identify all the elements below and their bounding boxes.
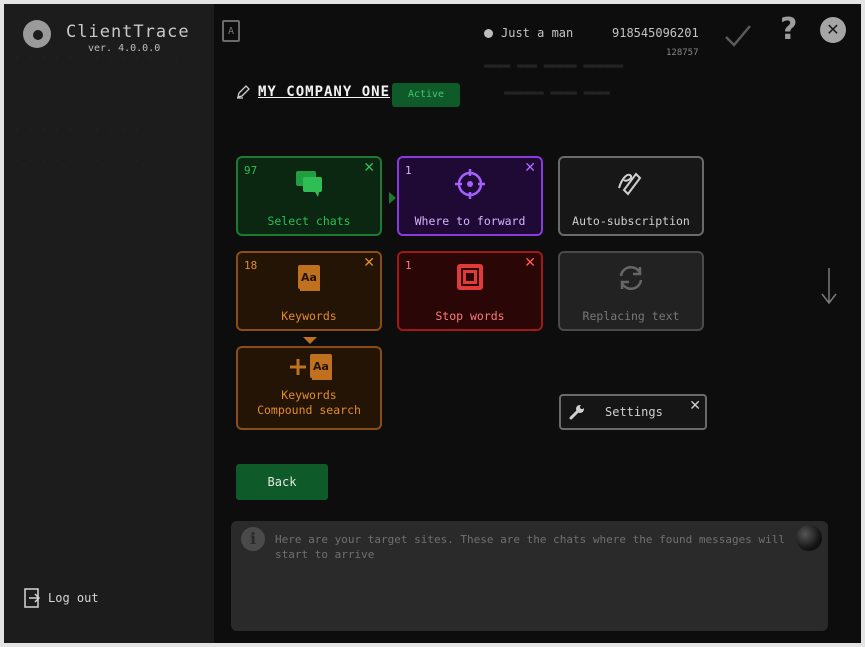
user-name: Just a man bbox=[501, 26, 574, 40]
user-phone: 918545096201 bbox=[612, 26, 699, 40]
keywords-tile[interactable]: 18 ✕ Aa Keywords bbox=[236, 251, 382, 331]
sidebar: · · · · · · · · · · · · · · · · · · · · … bbox=[4, 4, 233, 643]
status-badge: Active bbox=[392, 83, 460, 107]
select-chats-tile[interactable]: 97 ✕ Select chats bbox=[236, 156, 382, 236]
toggle-knob-icon[interactable] bbox=[796, 525, 822, 551]
refresh-arrows-icon bbox=[619, 266, 643, 290]
tile-close-button[interactable]: ✕ bbox=[524, 160, 536, 176]
target-crosshair-icon bbox=[455, 169, 485, 199]
close-window-button[interactable]: ✕ bbox=[820, 17, 846, 43]
tile-label: Replacing text bbox=[582, 309, 680, 323]
current-user: Just a man bbox=[484, 26, 573, 40]
company-header: MY COMPANY ONE bbox=[236, 84, 390, 100]
main-panel: ▬▬▬▬ ▬▬▬ ▬▬▬▬▬ ▬▬▬▬▬▬ ▬▬▬▬▬▬ ▬▬▬▬ ▬▬▬▬ A… bbox=[214, 4, 861, 643]
tile-count: 1 bbox=[405, 164, 412, 177]
app-window: · · · · · · · · · · · · · · · · · · · · … bbox=[4, 4, 861, 643]
background-ghost: · · · · · · · · · · bbox=[14, 154, 140, 167]
tile-close-button[interactable]: ✕ bbox=[524, 255, 536, 271]
svg-text:Aa: Aa bbox=[301, 271, 317, 284]
background-ghost: · · · · · · · · · · bbox=[14, 124, 140, 137]
dictionary-book-icon: Aa bbox=[298, 265, 320, 291]
app-version: ver. 4.0.0.0 bbox=[88, 43, 161, 54]
tile-label: Select chats bbox=[267, 214, 351, 228]
tile-label: Where to forward bbox=[414, 214, 526, 228]
wrench-icon bbox=[569, 405, 584, 420]
stop-square-icon bbox=[457, 264, 483, 290]
background-ghost: ▬▬▬▬▬▬ ▬▬▬▬ ▬▬▬▬ bbox=[504, 86, 610, 99]
svg-text:Aa: Aa bbox=[313, 360, 329, 373]
chat-bubbles-icon bbox=[296, 171, 322, 197]
info-text: Here are your target sites. These are th… bbox=[275, 533, 785, 561]
tile-close-button[interactable]: ✕ bbox=[363, 255, 375, 271]
logout-label: Log out bbox=[48, 591, 99, 605]
tile-close-button[interactable]: ✕ bbox=[363, 160, 375, 176]
online-status-dot bbox=[484, 28, 493, 38]
add-dictionary-icon: Aa bbox=[290, 354, 332, 380]
tile-count: 18 bbox=[244, 259, 258, 272]
tile-label: Keywords bbox=[281, 309, 337, 323]
app-title: ClientTrace bbox=[66, 22, 190, 42]
edit-pencil-icon[interactable] bbox=[236, 85, 250, 99]
replacing-text-tile[interactable]: Replacing text bbox=[558, 251, 704, 331]
signature-pen-icon bbox=[618, 172, 642, 196]
dictionary-icon[interactable]: A bbox=[222, 20, 240, 42]
stop-words-tile[interactable]: 1 ✕ Stop words bbox=[397, 251, 543, 331]
check-icon[interactable] bbox=[724, 24, 752, 48]
logout-icon bbox=[24, 588, 40, 608]
where-to-forward-tile[interactable]: 1 ✕ Where to forward bbox=[397, 156, 543, 236]
help-button[interactable]: ? bbox=[780, 12, 797, 47]
tile-label: Keywords bbox=[281, 388, 337, 402]
tile-label: Stop words bbox=[435, 309, 505, 323]
company-name[interactable]: MY COMPANY ONE bbox=[258, 84, 390, 100]
background-ghost: ▬▬▬▬ ▬▬▬ ▬▬▬▬▬ ▬▬▬▬▬▬ bbox=[484, 59, 624, 72]
info-icon: i bbox=[241, 527, 265, 551]
auto-subscription-tile[interactable]: Auto-subscription bbox=[558, 156, 704, 236]
tile-count: 97 bbox=[244, 164, 258, 177]
tile-count: 1 bbox=[405, 259, 412, 272]
flow-arrow-icon bbox=[389, 192, 396, 204]
tile-label: Auto-subscription bbox=[572, 214, 690, 228]
flow-arrow-icon bbox=[303, 337, 317, 344]
settings-button[interactable]: Settings ✕ bbox=[559, 394, 707, 430]
tile-sublabel: Compound search bbox=[257, 403, 361, 417]
user-id: 128757 bbox=[666, 48, 699, 58]
compound-search-tile[interactable]: Aa Keywords Compound search bbox=[236, 346, 382, 430]
scroll-down-arrow-icon[interactable] bbox=[820, 266, 838, 306]
settings-close-button[interactable]: ✕ bbox=[689, 398, 701, 414]
info-panel: i Here are your target sites. These are … bbox=[231, 521, 828, 631]
back-button[interactable]: Back bbox=[236, 464, 328, 500]
logout-button[interactable]: Log out bbox=[24, 588, 99, 608]
settings-label: Settings bbox=[605, 405, 663, 419]
app-logo-icon bbox=[23, 20, 51, 48]
